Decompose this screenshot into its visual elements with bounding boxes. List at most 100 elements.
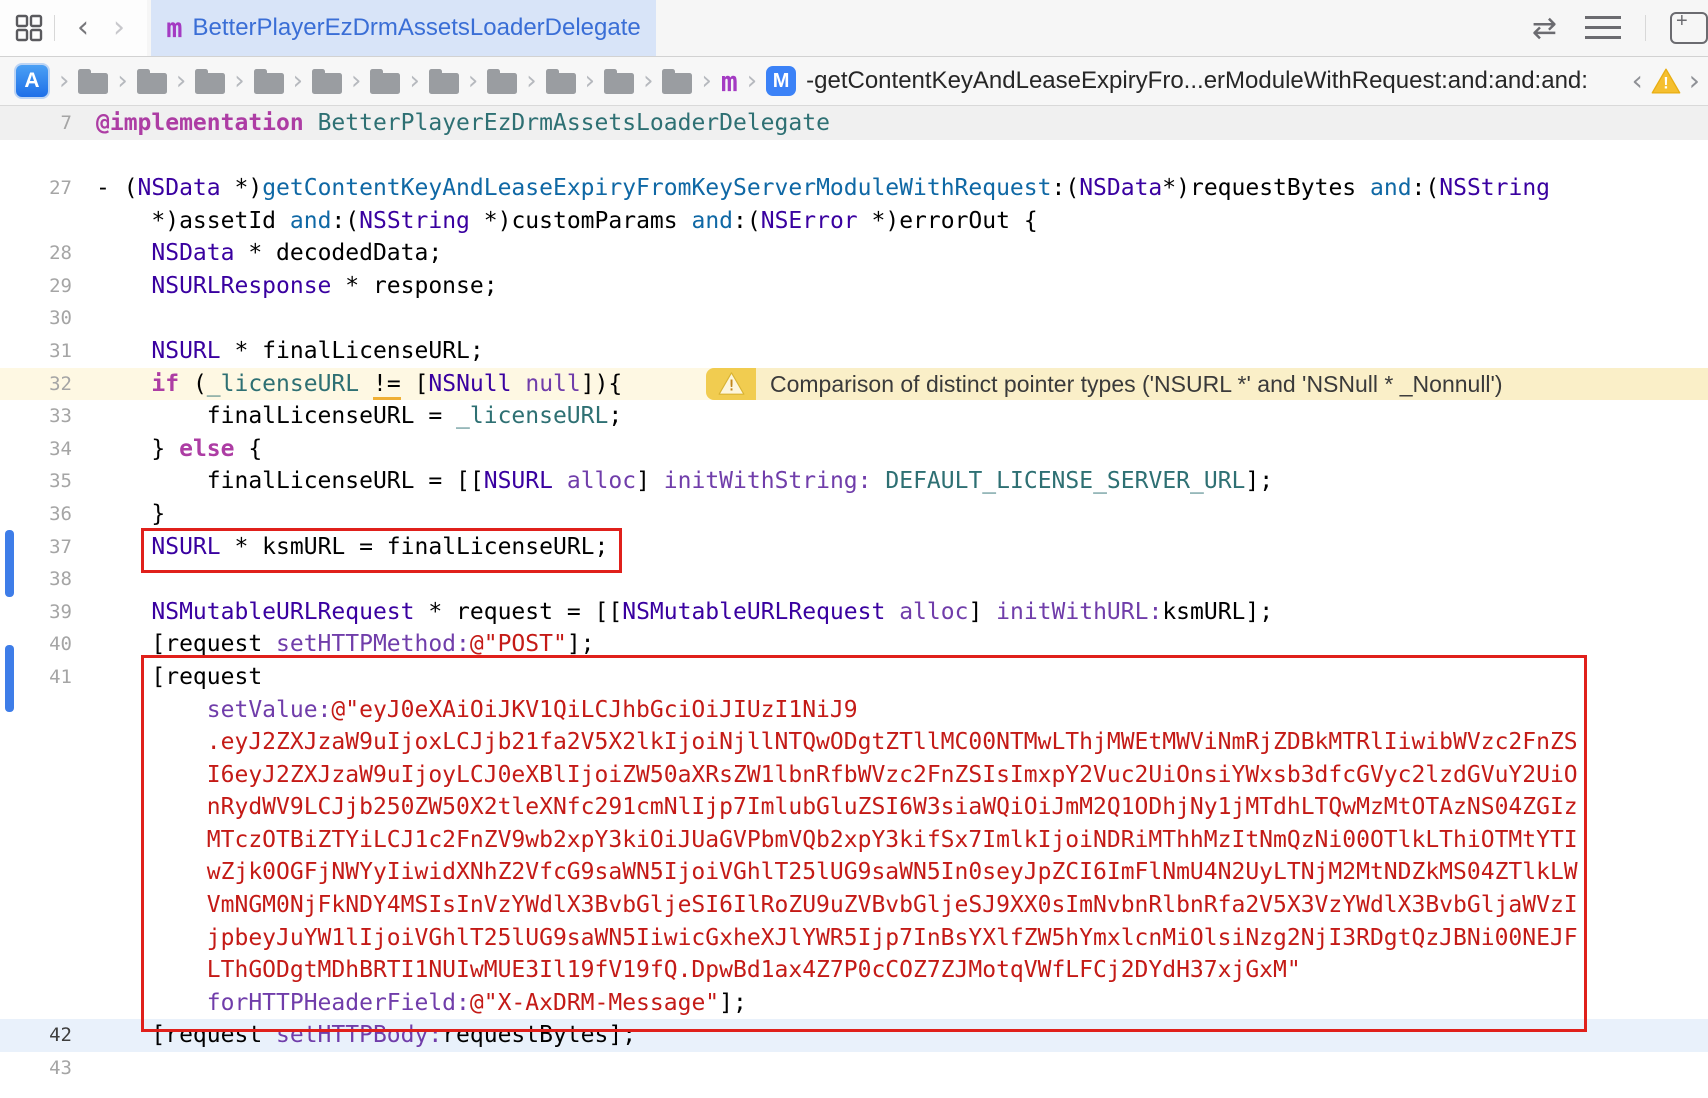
code-line: I6eyJ2ZXJzaW9uIjoyLCJ0eXBlIjoiZW50aXRsZW… [0, 759, 1708, 792]
breadcrumb-separator: › [234, 66, 244, 96]
tab-bar-left-controls: ‹ › [0, 0, 147, 56]
warning-annotation[interactable]: ! Comparison of distinct pointer types ('… [706, 368, 1708, 401]
navigate-forward-icon[interactable]: › [101, 13, 137, 43]
line-number: 28 [0, 237, 72, 270]
jump-bar: A › › › › › › › › › › › › m › M -getContentKeyAndLeaseE… [0, 57, 1708, 106]
breadcrumb-separator: › [293, 66, 303, 96]
line-number: 42 [0, 1019, 72, 1052]
breadcrumb-separator: › [409, 66, 419, 96]
breadcrumb-separator: › [526, 66, 536, 96]
next-issue-icon[interactable]: › [1681, 67, 1708, 95]
line-number: 31 [0, 335, 72, 368]
code-line: VmNGM0NjFkNDY4MSIsInVzYWdlX3BvbGljeSI6Il… [0, 889, 1708, 922]
line-number: 32 [0, 368, 72, 401]
tab-bar: ‹ › m BetterPlayerEzDrmAssetsLoaderDeleg… [0, 0, 1708, 57]
add-editor-icon[interactable] [1670, 12, 1708, 44]
tab-bar-right-controls: ⇄ [1518, 0, 1708, 56]
breadcrumb-separator: › [351, 66, 361, 96]
line-number: 35 [0, 465, 72, 498]
folder-icon[interactable] [78, 73, 108, 94]
code-line-33: 33 finalLicenseURL = _licenseURL; [0, 400, 1708, 433]
warning-message: Comparison of distinct pointer types ('N… [756, 368, 1708, 401]
code-line-42: 42 [request setHTTPBody:requestBytes]; [0, 1019, 1708, 1052]
line-number: 39 [0, 596, 72, 629]
line-number: 29 [0, 270, 72, 303]
breadcrumb-separator: › [59, 66, 69, 96]
divider [54, 15, 55, 41]
code-line-41: 41 [request [0, 661, 1708, 694]
code-line-30: 30 [0, 302, 1708, 335]
breadcrumb-separator: › [643, 66, 653, 96]
code-line-29: 29 NSURLResponse * response; [0, 270, 1708, 303]
breadcrumb: A › › › › › › › › › › › › m › M [14, 63, 796, 99]
breadcrumb-separator: › [747, 66, 757, 96]
method-badge-icon[interactable]: M [766, 66, 796, 96]
code-line-35: 35 finalLicenseURL = [[NSURL alloc] init… [0, 465, 1708, 498]
code-line: wZjk0OGFjNWYyIiwidXNhZ2VfcG9saWN5IjoiVGh… [0, 856, 1708, 889]
breadcrumb-separator: › [468, 66, 478, 96]
change-bar [5, 645, 14, 712]
change-bar [5, 530, 14, 597]
objc-file-icon: m [166, 13, 182, 44]
code-line: *)assetId and:(NSString *)customParams a… [0, 205, 1708, 238]
divider [1645, 15, 1646, 41]
code-line: forHTTPHeaderField:@"X-AxDRM-Message"]; [0, 987, 1708, 1020]
breadcrumb-separator: › [701, 66, 711, 96]
line-number: 33 [0, 400, 72, 433]
folder-icon[interactable] [137, 73, 167, 94]
code-line: .eyJ2ZXJzaW9uIjoxLCJjb21fa2V5X2lkIjoiNjl… [0, 726, 1708, 759]
warning-triangle-icon[interactable]: ! [1651, 67, 1681, 95]
line-number: 30 [0, 302, 72, 335]
code-line: jpbeyJuYW1lIjoiVGhlT25lUG9saWN5IiwicGxhe… [0, 922, 1708, 955]
navigate-back-icon[interactable]: ‹ [65, 13, 101, 43]
line-number: 34 [0, 433, 72, 466]
breadcrumb-separator: › [117, 66, 127, 96]
tab-title: BetterPlayerEzDrmAssetsLoaderDelegate [193, 14, 641, 42]
breadcrumb-separator: › [585, 66, 595, 96]
code-line-34: 34 } else { [0, 433, 1708, 466]
code-line-43: 43 [0, 1052, 1708, 1085]
objc-file-breadcrumb-icon[interactable]: m [721, 65, 738, 98]
svg-text:!: ! [1663, 75, 1668, 93]
svg-text:!: ! [727, 378, 736, 395]
code-line-7: 7@implementation BetterPlayerEzDrmAssets… [0, 106, 1708, 140]
adjust-editor-options-icon[interactable] [1585, 16, 1621, 40]
editor-tab[interactable]: m BetterPlayerEzDrmAssetsLoaderDelegate [151, 0, 656, 56]
line-number: 7 [0, 106, 72, 140]
breadcrumb-method-name[interactable]: -getContentKeyAndLeaseExpiryFro...erModu… [806, 67, 1588, 95]
app-project-icon[interactable]: A [14, 63, 50, 99]
folder-icon[interactable] [546, 73, 576, 94]
code-line: nRydWV9LCJjb250ZW50X2tleXNfc291cmNlIjp7I… [0, 791, 1708, 824]
breadcrumb-separator: › [176, 66, 186, 96]
code-editor[interactable]: 7@implementation BetterPlayerEzDrmAssets… [0, 106, 1708, 1098]
folder-icon[interactable] [604, 73, 634, 94]
code-line-28: 28 NSData * decodedData; [0, 237, 1708, 270]
warning-triangle-icon[interactable]: ! [706, 368, 756, 401]
code-line-32: 32 if (_licenseURL != [NSNull null]){!Co… [0, 368, 1708, 401]
code-line-37: 37 NSURL * ksmURL = finalLicenseURL; [0, 531, 1708, 564]
code-line: setValue:@"eyJ0eXAiOiJKV1QiLCJhbGciOiJIU… [0, 694, 1708, 727]
editor-overview-grid-icon[interactable] [14, 13, 44, 43]
code-line-31: 31 NSURL * finalLicenseURL; [0, 335, 1708, 368]
code-line-38: 38 [0, 563, 1708, 596]
code-gap [0, 140, 1708, 172]
folder-icon[interactable] [312, 73, 342, 94]
issue-navigator-controls: ‹ ! › [1624, 67, 1708, 95]
code-line: LThGODgtMDhBRTI1NUIwMUE3Il19fV19fQ.DpwBd… [0, 954, 1708, 987]
folder-icon[interactable] [195, 73, 225, 94]
code-line-27: 27- (NSData *)getContentKeyAndLeaseExpir… [0, 172, 1708, 205]
code-line-36: 36 } [0, 498, 1708, 531]
code-line: MTczOTBiZTYiLCJ1c2FnZV9wb2xpY3kiOiJUaGVP… [0, 824, 1708, 857]
folder-icon[interactable] [487, 73, 517, 94]
previous-issue-icon[interactable]: ‹ [1624, 67, 1651, 95]
line-number: 27 [0, 172, 72, 205]
folder-icon[interactable] [254, 73, 284, 94]
code-review-swap-icon[interactable]: ⇄ [1532, 11, 1557, 46]
line-number: 36 [0, 498, 72, 531]
line-number: 43 [0, 1052, 72, 1085]
code-line-40: 40 [request setHTTPMethod:@"POST"]; [0, 628, 1708, 661]
folder-icon[interactable] [370, 73, 400, 94]
folder-icon[interactable] [429, 73, 459, 94]
folder-icon[interactable] [662, 73, 692, 94]
code-line-39: 39 NSMutableURLRequest * request = [[NSM… [0, 596, 1708, 629]
